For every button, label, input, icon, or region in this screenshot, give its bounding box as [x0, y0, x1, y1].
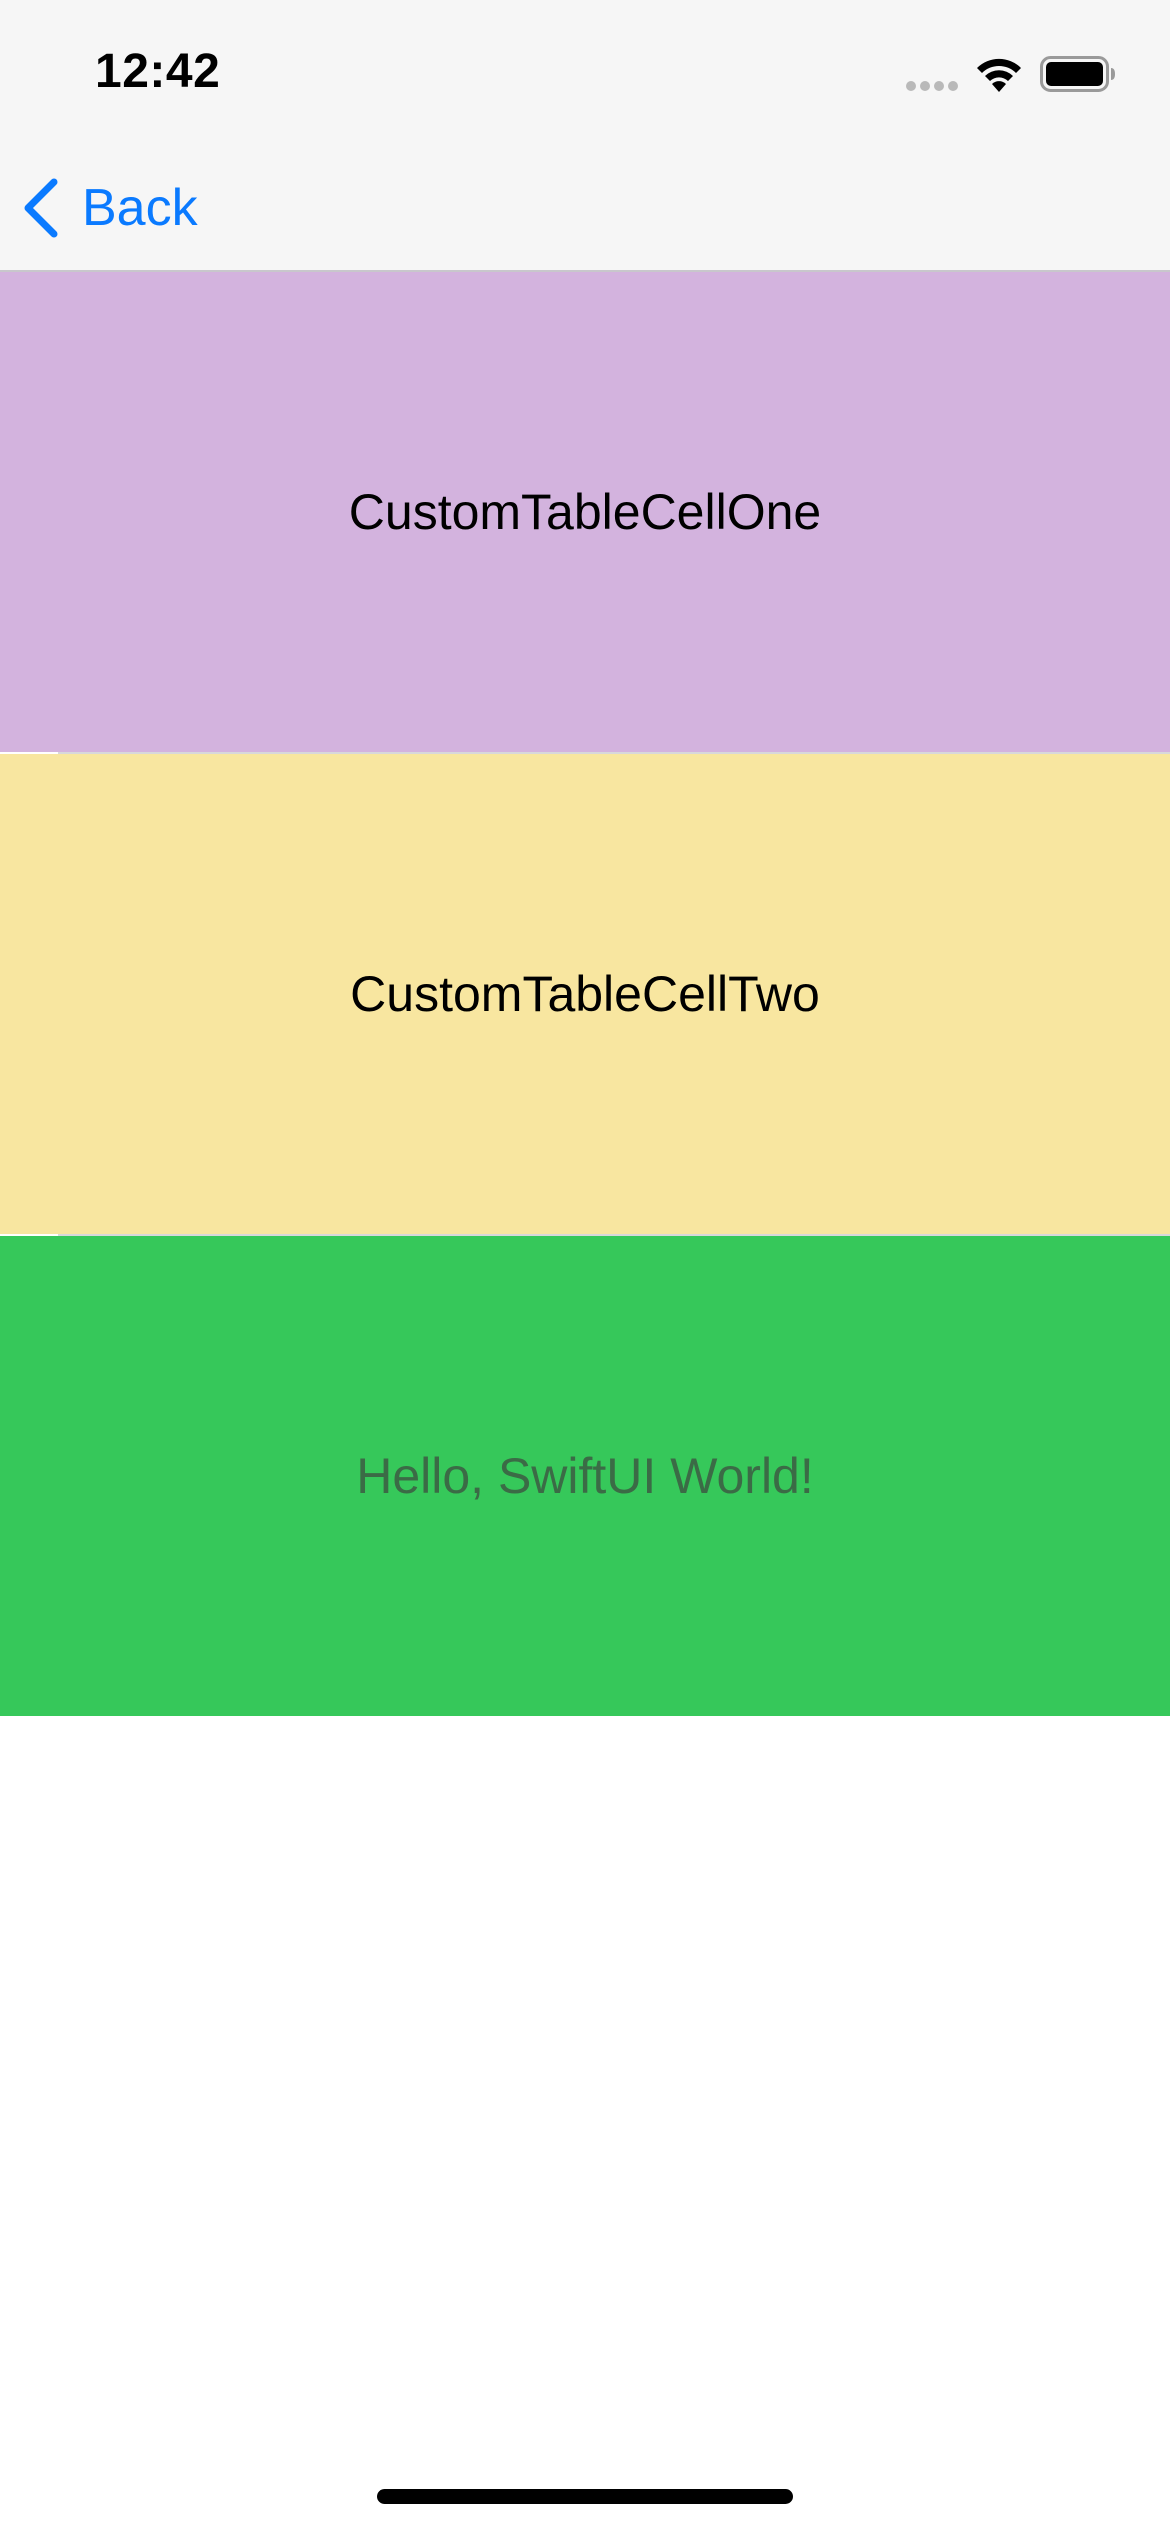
cell-two-label: CustomTableCellTwo	[350, 966, 820, 1022]
status-bar: 12:42	[0, 0, 1170, 150]
table-cell-two[interactable]: CustomTableCellTwo	[0, 754, 1170, 1234]
cell-one-label: CustomTableCellOne	[348, 484, 822, 540]
table-cell-three[interactable]: Hello, SwiftUI World!	[0, 1236, 1170, 1716]
status-time: 12:42	[95, 45, 221, 98]
wifi-icon	[977, 58, 1021, 92]
screen: 12:42 Back CustomTableCellOne CustomTabl…	[0, 0, 1170, 2532]
back-label: Back	[82, 179, 198, 237]
chevron-left-icon	[24, 178, 58, 238]
back-button[interactable]: Back	[22, 176, 198, 240]
cell-three-label: Hello, SwiftUI World!	[356, 1448, 814, 1504]
battery-icon	[1040, 56, 1115, 92]
navigation-bar: Back	[0, 150, 1170, 272]
home-indicator	[377, 2489, 793, 2504]
table-cell-one[interactable]: CustomTableCellOne	[0, 272, 1170, 752]
cellular-signal-icon	[906, 81, 958, 91]
